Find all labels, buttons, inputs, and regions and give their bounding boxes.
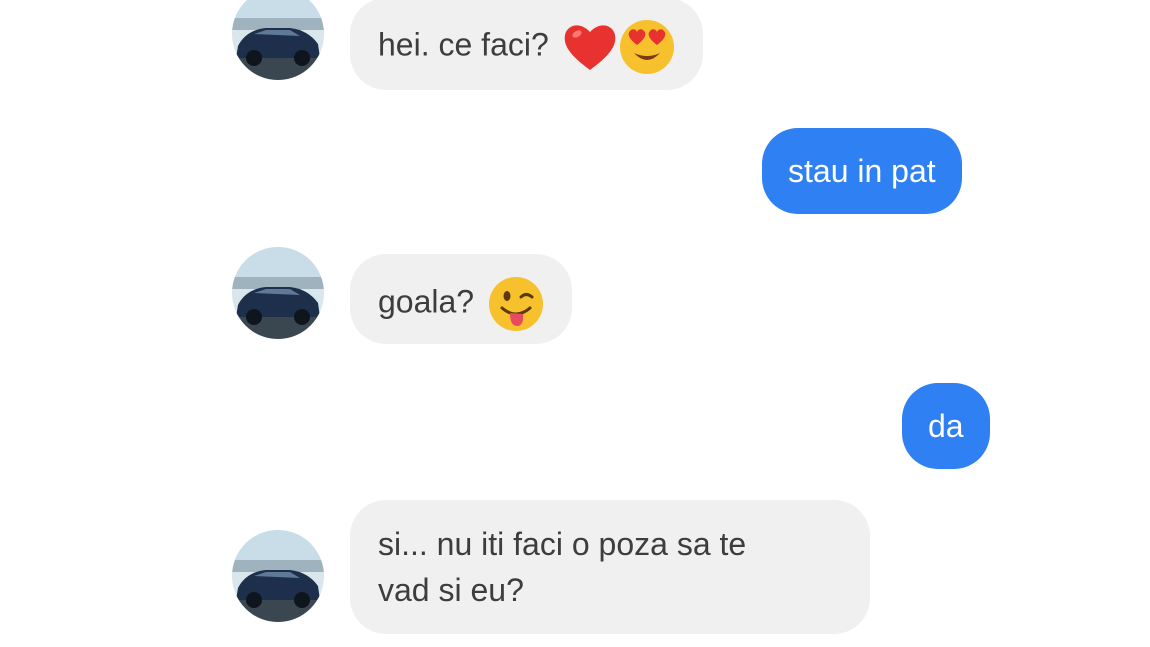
red-heart-icon	[564, 25, 616, 70]
contact-avatar[interactable]	[232, 247, 324, 339]
car-photo-icon	[232, 247, 324, 339]
car-photo-icon	[232, 0, 324, 80]
message-bubble-incoming: si... nu iti faci o poza sa te vad si eu…	[350, 500, 870, 634]
message-bubble-outgoing: da	[902, 383, 990, 469]
message-text-line: si... nu iti faci o poza sa te	[378, 526, 747, 562]
winking-tongue-icon	[489, 277, 544, 331]
heart-eyes-icon	[619, 20, 674, 74]
message-text-line: vad si eu?	[378, 572, 524, 608]
message-text: goala?	[378, 283, 475, 320]
message-text: da	[928, 408, 964, 444]
message-bubble-incoming: hei. ce faci?	[350, 0, 703, 90]
contact-avatar[interactable]	[232, 0, 324, 80]
message-text: stau in pat	[788, 153, 936, 189]
chat-thread: hei. ce faci? stau in pat goala? da si..…	[0, 0, 1150, 647]
message-bubble-outgoing: stau in pat	[762, 128, 962, 214]
message-text: hei. ce faci?	[378, 26, 549, 63]
car-photo-icon	[232, 530, 324, 622]
message-bubble-incoming: goala?	[350, 254, 573, 344]
contact-avatar[interactable]	[232, 530, 324, 622]
